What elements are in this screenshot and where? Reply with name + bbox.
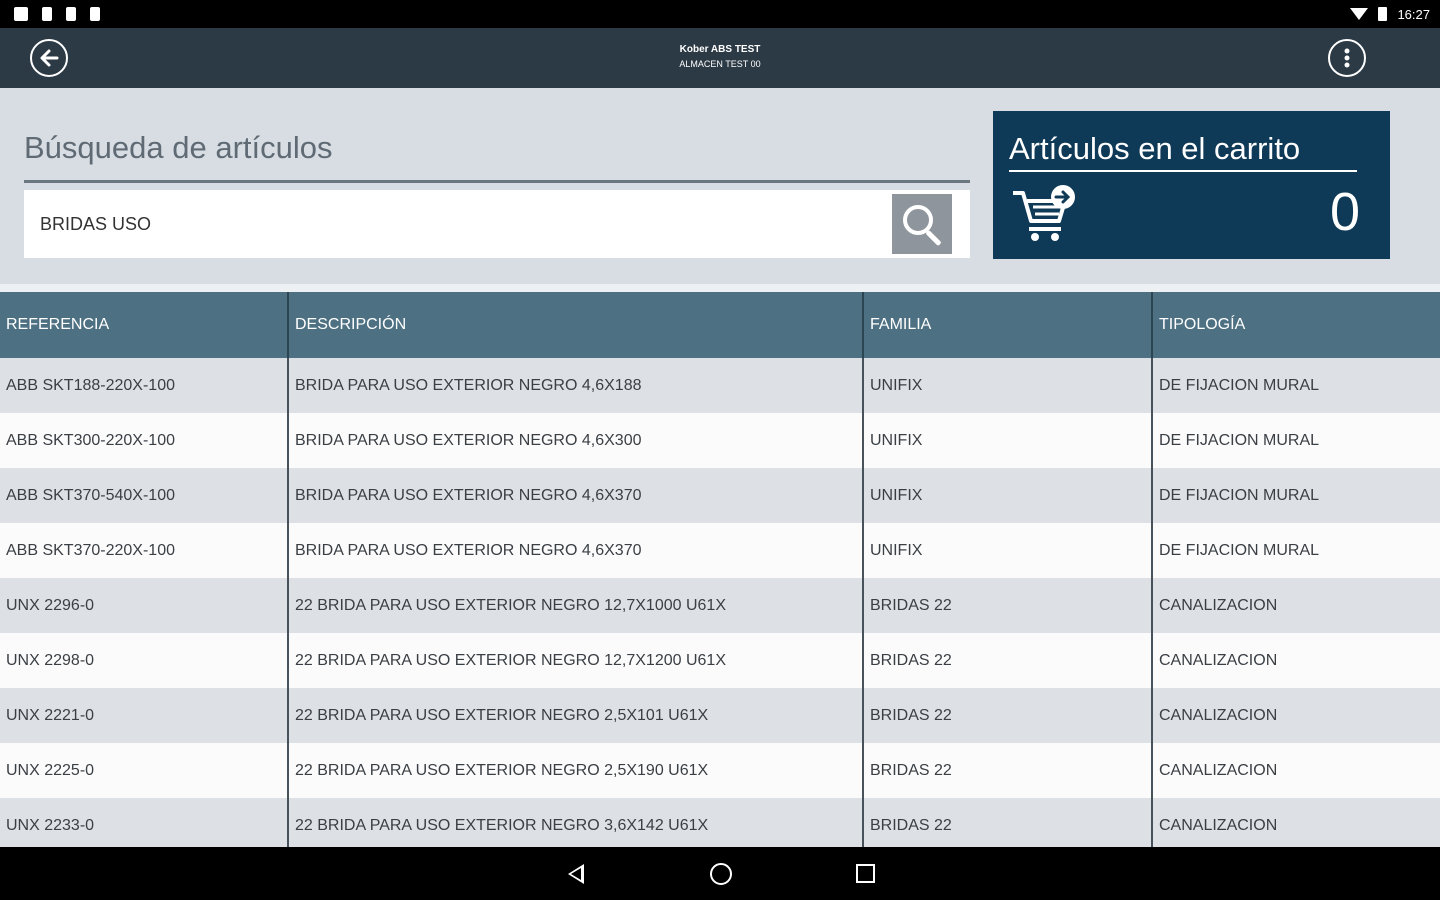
table-row[interactable]: UNX 2221-0 22 BRIDA PARA USO EXTERIOR NE… [0,688,1440,743]
cell-tipologia: DE FIJACION MURAL [1151,523,1440,578]
search-heading-divider [24,180,970,183]
cell-referencia: UNX 2221-0 [0,688,288,743]
table-row[interactable]: ABB SKT300-220X-100 BRIDA PARA USO EXTER… [0,413,1440,468]
search-button[interactable] [892,194,952,254]
column-header-referencia[interactable]: REFERENCIA [0,292,288,358]
cell-tipologia: CANALIZACION [1151,798,1440,847]
cell-familia: UNIFIX [862,468,1152,523]
search-heading: Búsqueda de artículos [24,130,333,165]
results-table-container[interactable]: REFERENCIA DESCRIPCIÓN FAMILIA TIPOLOGÍA… [0,292,1440,847]
table-row[interactable]: ABB SKT370-540X-100 BRIDA PARA USO EXTER… [0,468,1440,523]
table-row[interactable]: UNX 2225-0 22 BRIDA PARA USO EXTERIOR NE… [0,743,1440,798]
system-home-icon[interactable] [710,863,732,885]
column-header-familia[interactable]: FAMILIA [862,292,1152,358]
system-recents-icon[interactable] [856,864,875,883]
cell-descripcion: 22 BRIDA PARA USO EXTERIOR NEGRO 3,6X142… [287,798,863,847]
table-row[interactable]: ABB SKT188-220X-100 BRIDA PARA USO EXTER… [0,358,1440,413]
cart-arrow-icon [1013,185,1075,241]
cart-panel[interactable]: Artículos en el carrito 0 [993,111,1390,259]
cart-title: Artículos en el carrito [1009,131,1301,166]
screenshot-icon [14,7,28,21]
file-icon [66,7,76,21]
cell-tipologia: CANALIZACION [1151,688,1440,743]
system-nav-bar [0,847,1440,900]
search-icon [903,205,933,235]
cell-referencia: ABB SKT188-220X-100 [0,358,288,413]
cell-descripcion: BRIDA PARA USO EXTERIOR NEGRO 4,6X370 [287,523,863,578]
more-vertical-icon [1344,48,1350,68]
cell-descripcion: BRIDA PARA USO EXTERIOR NEGRO 4,6X300 [287,413,863,468]
status-time: 16:27 [1397,6,1430,22]
system-back-icon[interactable] [568,864,584,884]
cell-referencia: ABB SKT370-540X-100 [0,468,288,523]
app-bar: Kober ABS TEST ALMACEN TEST 00 [0,28,1440,88]
table-row[interactable]: UNX 2233-0 22 BRIDA PARA USO EXTERIOR NE… [0,798,1440,847]
table-row[interactable]: UNX 2296-0 22 BRIDA PARA USO EXTERIOR NE… [0,578,1440,633]
column-header-tipologia[interactable]: TIPOLOGÍA [1151,292,1440,358]
cell-familia: BRIDAS 22 [862,798,1152,847]
status-bar-system: 16:27 [1350,0,1430,28]
search-box [24,190,970,258]
cell-descripcion: 22 BRIDA PARA USO EXTERIOR NEGRO 12,7X12… [287,633,863,688]
cell-tipologia: CANALIZACION [1151,743,1440,798]
table-row[interactable]: UNX 2298-0 22 BRIDA PARA USO EXTERIOR NE… [0,633,1440,688]
cell-descripcion: 22 BRIDA PARA USO EXTERIOR NEGRO 2,5X101… [287,688,863,743]
cell-referencia: UNX 2233-0 [0,798,288,847]
cell-familia: UNIFIX [862,523,1152,578]
cell-tipologia: DE FIJACION MURAL [1151,413,1440,468]
cell-familia: BRIDAS 22 [862,688,1152,743]
cell-descripcion: 22 BRIDA PARA USO EXTERIOR NEGRO 12,7X10… [287,578,863,633]
cell-descripcion: BRIDA PARA USO EXTERIOR NEGRO 4,6X370 [287,468,863,523]
cell-tipologia: DE FIJACION MURAL [1151,358,1440,413]
app-screen: 16:27 Kober ABS TEST ALMACEN TEST 00 Bús… [0,0,1440,900]
cell-referencia: ABB SKT370-220X-100 [0,523,288,578]
cell-familia: BRIDAS 22 [862,578,1152,633]
cell-familia: UNIFIX [862,413,1152,468]
search-panel: Búsqueda de artículos Artículos en el ca… [0,88,1440,284]
cell-familia: BRIDAS 22 [862,743,1152,798]
wifi-icon [1350,8,1369,20]
cell-familia: UNIFIX [862,358,1152,413]
battery-icon [1378,7,1388,21]
cell-descripcion: BRIDA PARA USO EXTERIOR NEGRO 4,6X188 [287,358,863,413]
overflow-menu-button[interactable] [1328,39,1366,77]
cell-tipologia: CANALIZACION [1151,578,1440,633]
cart-title-divider [1009,170,1357,172]
status-bar: 16:27 [0,0,1440,28]
results-table: REFERENCIA DESCRIPCIÓN FAMILIA TIPOLOGÍA… [0,292,1440,847]
app-bar-title: Kober ABS TEST [679,44,761,55]
column-header-descripcion[interactable]: DESCRIPCIÓN [287,292,863,358]
panel-divider [0,284,1440,292]
cell-referencia: ABB SKT300-220X-100 [0,413,288,468]
search-input[interactable] [40,190,860,258]
cell-tipologia: CANALIZACION [1151,633,1440,688]
usb-icon [42,7,52,21]
cell-familia: BRIDAS 22 [862,633,1152,688]
app-bar-subtitle: ALMACEN TEST 00 [679,59,761,69]
table-header-row: REFERENCIA DESCRIPCIÓN FAMILIA TIPOLOGÍA [0,292,1440,358]
cell-descripcion: 22 BRIDA PARA USO EXTERIOR NEGRO 2,5X190… [287,743,863,798]
table-row[interactable]: ABB SKT370-220X-100 BRIDA PARA USO EXTER… [0,523,1440,578]
android-icon [90,7,100,21]
cell-referencia: UNX 2225-0 [0,743,288,798]
status-bar-notifications [0,7,100,21]
cell-tipologia: DE FIJACION MURAL [1151,468,1440,523]
cart-count: 0 [1329,182,1360,242]
cell-referencia: UNX 2296-0 [0,578,288,633]
cell-referencia: UNX 2298-0 [0,633,288,688]
